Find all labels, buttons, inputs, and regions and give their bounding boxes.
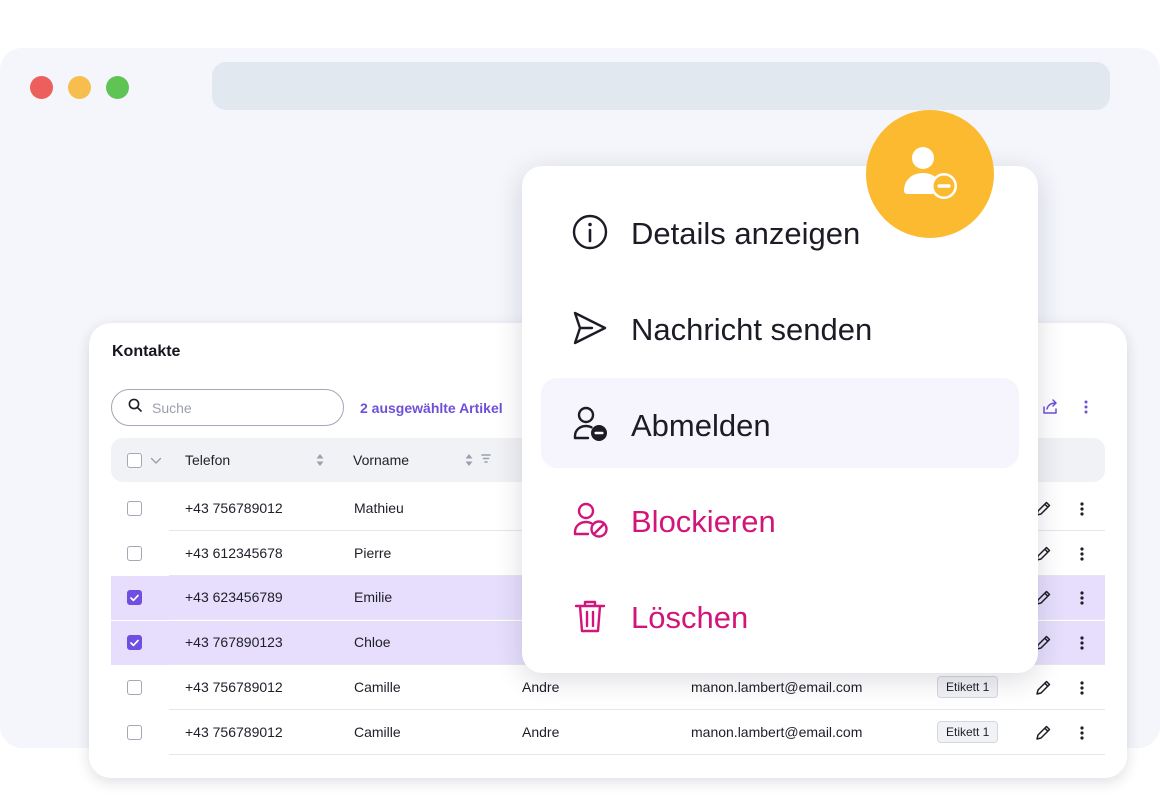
cell-phone: +43 623456789: [185, 589, 283, 606]
cell-phone: +43 756789012: [185, 500, 283, 516]
menu-item-label: Abmelden: [631, 408, 771, 443]
cell-firstname: Pierre: [354, 544, 392, 561]
menu-item-label: Nachricht senden: [631, 312, 873, 347]
column-header-firstname[interactable]: Vorname: [353, 452, 409, 468]
info-icon: [571, 213, 609, 251]
address-bar[interactable]: [212, 62, 1110, 110]
menu-item-delete[interactable]: Löschen: [541, 570, 1019, 660]
row-checkbox[interactable]: [127, 545, 142, 561]
selected-count: 2 ausgewählte Artikel: [360, 400, 503, 416]
column-label: Telefon: [185, 452, 231, 468]
menu-item-label: Blockieren: [631, 504, 776, 539]
row-more-icon[interactable]: [1072, 723, 1092, 743]
cell-phone: +43 756789012: [185, 678, 283, 695]
row-more-icon[interactable]: [1072, 499, 1092, 519]
check-icon: [130, 589, 139, 607]
pencil-icon[interactable]: [1033, 723, 1053, 743]
send-icon: [571, 309, 609, 347]
row-more-icon[interactable]: [1072, 633, 1092, 653]
share-icon[interactable]: [1040, 397, 1060, 417]
menu-item-block[interactable]: Blockieren: [541, 474, 1019, 564]
more-options-icon[interactable]: [1076, 397, 1096, 417]
cell-phone: +43 756789012: [185, 723, 283, 740]
window-maximize-button[interactable]: [106, 76, 129, 99]
row-checkbox[interactable]: [127, 501, 142, 516]
menu-item-label: Details anzeigen: [631, 216, 861, 251]
window-close-button[interactable]: [30, 76, 53, 99]
user-minus-icon: [571, 405, 609, 443]
cell-phone: +43 612345678: [185, 544, 283, 561]
tag-badge: Etikett 1: [937, 675, 999, 698]
cell-email: manon.lambert@email.com: [691, 678, 863, 695]
row-more-icon[interactable]: [1072, 678, 1092, 698]
cell-email: manon.lambert@email.com: [691, 723, 863, 740]
column-label: Vorname: [353, 452, 410, 468]
row-checkbox[interactable]: [127, 634, 142, 652]
filter-icon[interactable]: [481, 453, 491, 465]
menu-item-unsubscribe[interactable]: Abmelden: [541, 378, 1019, 468]
user-block-icon: [571, 501, 609, 539]
select-all[interactable]: [127, 452, 162, 468]
menu-item-send-message[interactable]: Nachricht senden: [541, 282, 1019, 372]
user-minus-icon: [898, 140, 962, 209]
unsubscribe-badge: [866, 110, 994, 238]
cell-firstname: Mathieu: [354, 500, 404, 516]
card-title: Kontakte: [112, 343, 181, 360]
search-icon: [128, 398, 142, 417]
cell-lastname: Andre: [522, 678, 560, 695]
cell-firstname: Camille: [354, 678, 401, 695]
context-menu: Details anzeigen Nachricht senden Abmelden…: [522, 166, 1038, 673]
trash-icon: [571, 597, 609, 635]
cell-firstname: Camille: [354, 723, 401, 740]
sort-icon[interactable]: [464, 453, 474, 467]
cell-lastname: Andre: [522, 723, 560, 740]
row-more-icon[interactable]: [1072, 588, 1092, 608]
check-icon: [130, 634, 139, 652]
menu-item-label: Löschen: [631, 600, 749, 635]
row-checkbox[interactable]: [127, 724, 142, 740]
cell-firstname: Chloe: [354, 634, 391, 651]
row-more-icon[interactable]: [1072, 544, 1092, 564]
window-minimize-button[interactable]: [68, 76, 91, 99]
row-divider: [169, 753, 1105, 755]
row-checkbox[interactable]: [127, 679, 142, 695]
chevron-down-icon[interactable]: [150, 452, 162, 468]
select-all-checkbox[interactable]: [127, 452, 142, 468]
column-header-phone[interactable]: Telefon: [185, 452, 230, 468]
cell-firstname: Emilie: [354, 589, 393, 606]
pencil-icon[interactable]: [1033, 678, 1053, 698]
row-checkbox[interactable]: [127, 589, 142, 607]
cell-phone: +43 767890123: [185, 634, 283, 651]
search-box[interactable]: [111, 389, 344, 426]
table-row[interactable]: +43 756789012 Camille Andre manon.lambert@e…: [111, 711, 1105, 755]
sort-icon[interactable]: [315, 453, 325, 467]
tag-badge: Etikett 1: [937, 720, 999, 743]
search-input[interactable]: [152, 399, 322, 416]
